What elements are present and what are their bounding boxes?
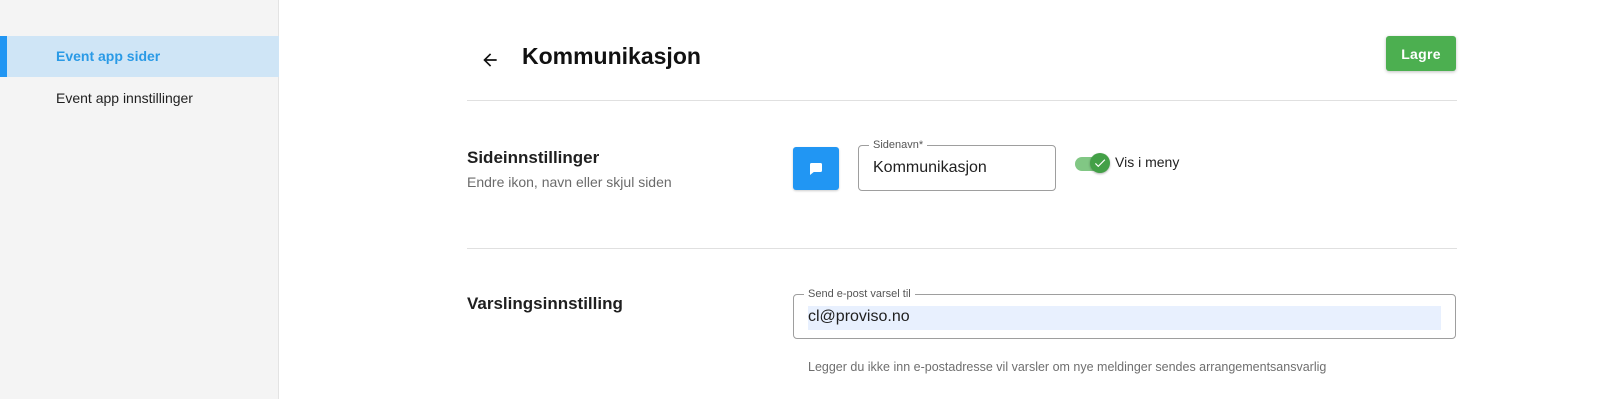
sidebar: Event app sider Event app innstillinger	[0, 0, 279, 399]
chat-bubble-icon	[810, 162, 822, 175]
sidebar-item-event-app-sider[interactable]: Event app sider	[0, 36, 279, 77]
show-in-menu-toggle[interactable]	[1075, 152, 1111, 174]
page-name-input[interactable]	[859, 146, 1055, 190]
email-input[interactable]	[794, 295, 1455, 338]
email-helper-text: Legger du ikke inn e-postadresse vil var…	[808, 360, 1327, 374]
sidebar-item-event-app-innstillinger[interactable]: Event app innstillinger	[0, 78, 279, 119]
arrow-left-icon	[483, 53, 497, 67]
email-field: Send e-post varsel til	[793, 287, 1456, 339]
checkmark-icon	[1094, 159, 1106, 168]
sidebar-item-label: Event app sider	[56, 48, 161, 64]
page-icon-button[interactable]	[793, 147, 839, 190]
section-title-notification-settings: Varslingsinnstilling	[467, 294, 623, 313]
section-title-page-settings: Sideinnstillinger	[467, 148, 600, 167]
section-subtitle-page-settings: Endre ikon, navn eller skjul siden	[467, 174, 672, 190]
page-name-field: Sidenavn*	[858, 138, 1056, 191]
show-in-menu-label: Vis i meny	[1115, 154, 1180, 170]
page-title: Kommunikasjon	[522, 43, 701, 69]
divider	[467, 248, 1457, 249]
toggle-thumb	[1090, 153, 1110, 173]
divider	[467, 100, 1457, 101]
sidebar-item-label: Event app innstillinger	[56, 90, 193, 106]
back-button[interactable]	[474, 46, 506, 74]
save-button[interactable]: Lagre	[1386, 36, 1456, 71]
